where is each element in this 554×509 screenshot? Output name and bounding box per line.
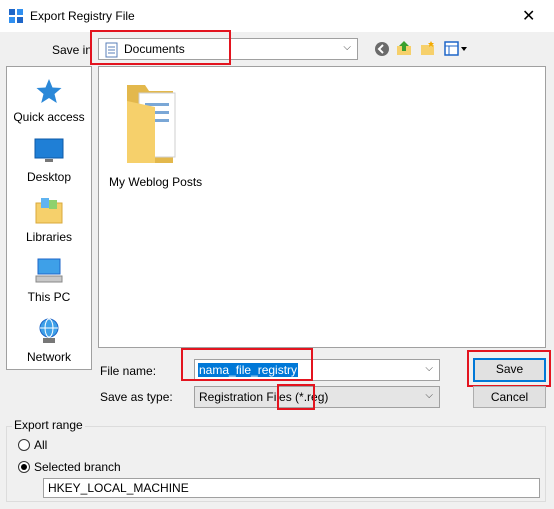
- save-in-label: Save in: [52, 43, 93, 57]
- save-in-value: Documents: [124, 42, 185, 56]
- place-label: Quick access: [13, 110, 85, 124]
- documents-icon: [105, 42, 118, 58]
- network-icon: [39, 318, 59, 343]
- cancel-button[interactable]: Cancel: [473, 386, 546, 408]
- regedit-app-icon: [9, 9, 23, 23]
- save-button[interactable]: Save: [473, 358, 546, 382]
- place-label: Network: [26, 350, 71, 364]
- chevron-down-icon: ⌵: [343, 42, 351, 53]
- branch-path-input[interactable]: HKEY_LOCAL_MACHINE: [43, 478, 540, 498]
- this-pc-icon: [35, 258, 63, 283]
- folder-item[interactable]: My Weblog Posts: [105, 81, 202, 189]
- save-as-type-label: Save as type:: [100, 390, 173, 404]
- folder-icon: [127, 85, 176, 163]
- title-bar: Export Registry File ✕: [0, 0, 554, 32]
- chevron-down-icon: ⌵: [425, 390, 433, 401]
- place-label: This PC: [27, 290, 71, 304]
- up-folder-icon[interactable]: [396, 40, 412, 56]
- save-as-type-value: Registration Files (*.reg): [199, 390, 329, 404]
- save-as-type-dropdown[interactable]: Registration Files (*.reg) ⌵: [194, 386, 440, 408]
- quick-access-icon: [36, 79, 62, 103]
- radio-all[interactable]: All: [18, 438, 98, 454]
- close-button[interactable]: ✕: [522, 6, 535, 26]
- file-list[interactable]: My Weblog Posts: [98, 66, 546, 348]
- file-name-input[interactable]: nama_file_registry ⌵: [194, 359, 440, 381]
- chevron-down-icon[interactable]: ⌵: [425, 363, 433, 374]
- place-libraries[interactable]: Libraries: [7, 197, 91, 244]
- export-range-title: Export range: [12, 418, 85, 432]
- folder-name: My Weblog Posts: [109, 175, 203, 189]
- place-desktop[interactable]: Desktop: [7, 137, 91, 184]
- place-this-pc[interactable]: This PC: [7, 257, 91, 304]
- view-menu-icon[interactable]: [444, 41, 468, 57]
- place-label: Libraries: [25, 230, 73, 244]
- radio-all-label: All: [34, 438, 48, 452]
- places-bar: Quick access Desktop Libraries This PC N…: [6, 66, 92, 370]
- window-title: Export Registry File: [30, 9, 135, 23]
- save-in-dropdown[interactable]: Documents ⌵: [98, 38, 358, 60]
- radio-selected-branch[interactable]: Selected branch: [18, 460, 158, 476]
- file-name-label: File name:: [100, 364, 157, 378]
- back-icon[interactable]: [374, 41, 390, 57]
- place-quick-access[interactable]: Quick access: [7, 77, 91, 124]
- radio-all-indicator: [18, 439, 30, 451]
- desktop-icon: [34, 138, 64, 162]
- branch-path-value: HKEY_LOCAL_MACHINE: [48, 481, 189, 495]
- new-folder-icon[interactable]: [420, 40, 436, 56]
- libraries-icon: [35, 198, 63, 224]
- radio-selected-branch-indicator: [18, 461, 30, 473]
- place-label: Desktop: [26, 170, 72, 184]
- radio-selected-branch-label: Selected branch: [34, 460, 121, 474]
- file-name-value: nama_file_registry: [198, 363, 299, 377]
- place-network[interactable]: Network: [7, 317, 91, 364]
